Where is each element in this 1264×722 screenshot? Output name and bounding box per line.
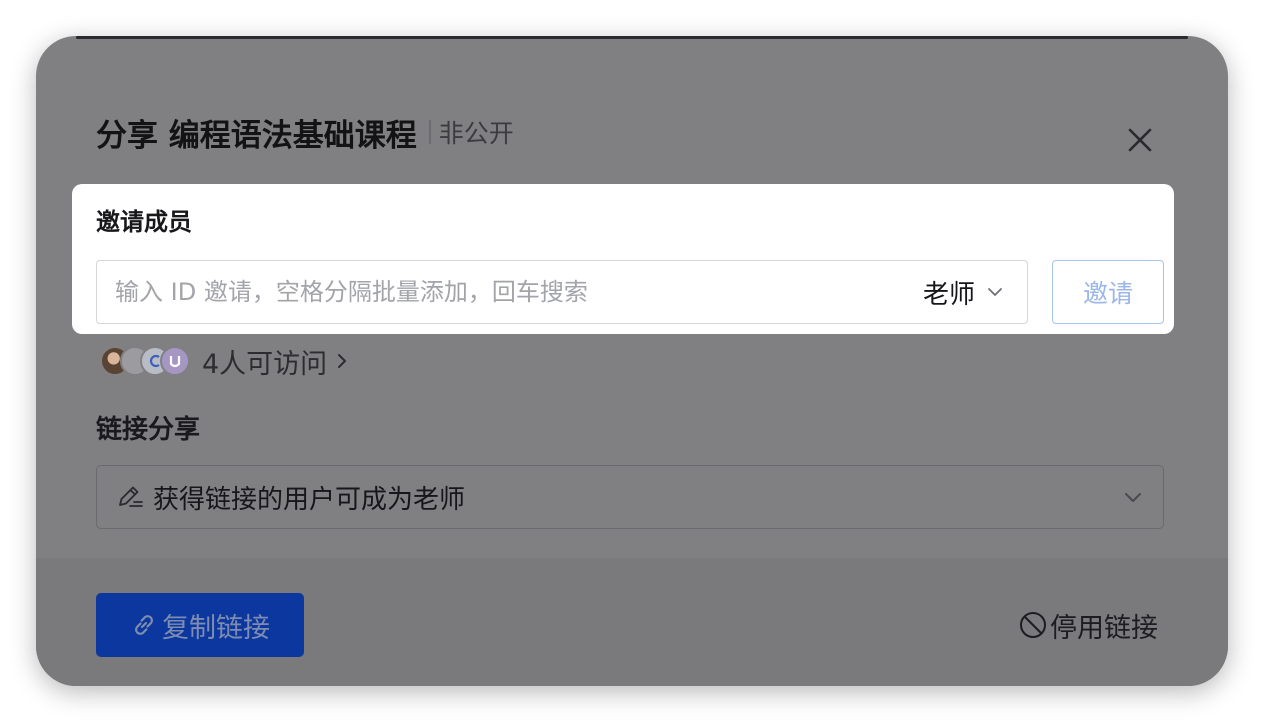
invite-button[interactable]: 邀请 [1052, 260, 1164, 324]
link-permission-select[interactable]: 获得链接的用户可成为老师 [96, 465, 1164, 529]
link-permission-value: 获得链接的用户可成为老师 [153, 484, 466, 515]
chevron-right-icon [335, 351, 349, 371]
copy-link-label: 复制链接 [162, 612, 270, 644]
close-button[interactable] [1122, 122, 1158, 158]
copy-link-button[interactable]: 复制链接 [96, 593, 304, 657]
invite-members-label: 邀请成员 [96, 208, 192, 236]
ban-icon [1020, 612, 1046, 638]
title-divider [428, 120, 431, 144]
dialog-title: 分享 编程语法基础课程 非公开 [96, 110, 514, 154]
chevron-down-icon [988, 288, 1002, 296]
invite-id-input[interactable] [97, 261, 923, 323]
window-top-edge [76, 36, 1188, 39]
link-share-label: 链接分享 [96, 415, 201, 445]
role-select[interactable]: 老师 [923, 274, 1027, 311]
member-avatars [100, 346, 190, 376]
avatar [160, 346, 190, 376]
edit-icon [115, 482, 145, 512]
access-members-row[interactable]: 4人可访问 [100, 342, 349, 380]
dialog-title-text: 分享 编程语法基础课程 [96, 117, 417, 154]
disable-link-button[interactable]: 停用链接 [1018, 605, 1158, 645]
access-count-text: 4人可访问 [202, 348, 328, 380]
share-dialog-window: 分享 编程语法基础课程 非公开 邀请成员 老师 邀请 [36, 36, 1228, 686]
disable-link-label: 停用链接 [1050, 612, 1158, 644]
role-select-value: 老师 [922, 279, 975, 310]
chevron-down-icon [1125, 493, 1141, 502]
link-icon [135, 615, 153, 635]
close-icon [1128, 128, 1152, 152]
visibility-label: 非公开 [438, 119, 514, 148]
invite-members-panel: 邀请成员 老师 邀请 [72, 184, 1174, 334]
invite-input-box: 老师 [96, 260, 1028, 324]
